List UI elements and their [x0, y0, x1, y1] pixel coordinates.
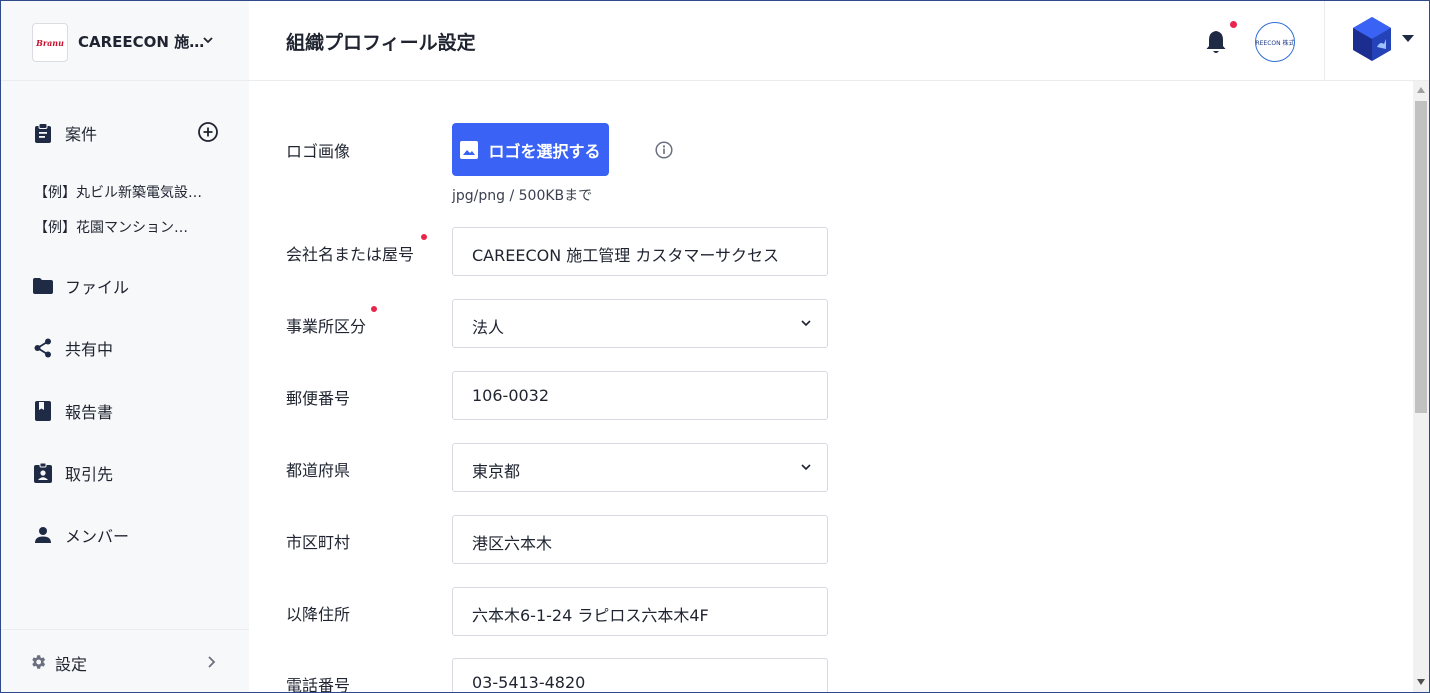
required-dot — [421, 234, 427, 240]
user-avatar[interactable] — [1353, 17, 1391, 61]
scroll-down-arrow-icon[interactable] — [1417, 679, 1425, 685]
scroll-up-arrow-icon[interactable] — [1417, 87, 1425, 93]
notification-dot — [1230, 21, 1237, 28]
city-value: 港区六本木 — [472, 534, 553, 553]
company-name-label: 会社名または屋号 — [286, 245, 415, 264]
sidebar-item-settings[interactable]: 設定 — [1, 629, 249, 692]
city-field[interactable]: 港区六本木 — [452, 515, 828, 564]
company-avatar-text: REECON 株式 — [1255, 39, 1295, 47]
share-icon — [33, 338, 53, 358]
sidebar-case-item[interactable]: 【例】丸ビル新築電気設… — [34, 182, 202, 202]
phone-field[interactable]: 03-5413-4820 — [452, 658, 828, 692]
caret-down-icon[interactable] — [1402, 35, 1414, 43]
office-type-select[interactable]: 法人 — [452, 299, 828, 348]
sidebar-item-label: 設定 — [55, 655, 88, 674]
office-type-label: 事業所区分 — [286, 317, 367, 336]
chevron-right-icon — [208, 656, 216, 668]
sidebar: Branu CAREECON 施… 案件 【例】丸ビル新築電気設… 【例】花園マ… — [1, 1, 249, 692]
company-avatar[interactable]: REECON 株式 — [1255, 22, 1295, 62]
select-logo-button[interactable]: ロゴを選択する — [452, 123, 609, 176]
scroll-thumb[interactable] — [1415, 101, 1427, 413]
sidebar-item-label: ファイル — [65, 278, 130, 297]
postal-code-field[interactable]: 106-0032 — [452, 371, 828, 420]
person-icon — [33, 525, 53, 545]
profile-form: ロゴ画像 ロゴを選択する jpg/png / 500KBまで 会社名または屋号 … — [249, 81, 1413, 692]
header-divider — [1324, 1, 1325, 80]
required-dot — [371, 306, 377, 312]
org-switcher[interactable]: Branu CAREECON 施… — [1, 1, 249, 81]
page-title: 組織プロフィール設定 — [286, 32, 476, 54]
chevron-down-icon — [801, 320, 811, 327]
book-icon — [33, 401, 53, 421]
phone-value: 03-5413-4820 — [472, 673, 586, 692]
sidebar-item-members[interactable]: メンバー — [33, 523, 129, 547]
sidebar-item-label: 取引先 — [65, 465, 114, 484]
company-name-field[interactable]: CAREECON 施工管理 カスタマーサクセス — [452, 227, 828, 276]
header: 組織プロフィール設定 REECON 株式 — [249, 1, 1429, 81]
postal-code-value: 106-0032 — [472, 386, 550, 405]
app-window: Branu CAREECON 施… 案件 【例】丸ビル新築電気設… 【例】花園マ… — [0, 0, 1430, 693]
chevron-down-icon — [801, 464, 811, 471]
sidebar-case-item[interactable]: 【例】花園マンション… — [34, 217, 188, 237]
select-logo-button-label: ロゴを選択する — [488, 141, 601, 161]
folder-icon — [33, 276, 53, 296]
office-type-value: 法人 — [472, 318, 505, 337]
sidebar-item-reports[interactable]: 報告書 — [33, 399, 113, 423]
logo-label: ロゴ画像 — [286, 142, 351, 161]
vertical-scrollbar[interactable] — [1413, 81, 1429, 692]
address-field[interactable]: 六本木6-1-24 ラピロス六本木4F — [452, 587, 828, 636]
chevron-down-icon — [203, 37, 213, 44]
sidebar-item-label: 案件 — [65, 125, 98, 144]
info-icon[interactable] — [655, 141, 673, 159]
sidebar-item-label: メンバー — [65, 527, 130, 546]
prefecture-select[interactable]: 東京都 — [452, 443, 828, 492]
org-name: CAREECON 施… — [78, 33, 205, 51]
company-name-value: CAREECON 施工管理 カスタマーサクセス — [472, 246, 780, 265]
image-icon — [460, 140, 479, 159]
sidebar-item-files[interactable]: ファイル — [33, 274, 129, 298]
prefecture-label: 都道府県 — [286, 461, 351, 480]
sidebar-item-label: 共有中 — [65, 340, 114, 359]
bell-icon[interactable] — [1204, 29, 1228, 55]
org-logo-text: Branu — [36, 37, 64, 48]
org-logo: Branu — [32, 23, 68, 62]
badge-icon — [33, 463, 53, 483]
clipboard-icon — [33, 123, 53, 143]
city-label: 市区町村 — [286, 533, 351, 552]
sidebar-item-label: 報告書 — [65, 403, 114, 422]
address-label: 以降住所 — [286, 605, 351, 624]
address-value: 六本木6-1-24 ラピロス六本木4F — [472, 606, 709, 625]
postal-code-label: 郵便番号 — [286, 389, 351, 408]
sidebar-item-cases[interactable]: 案件 — [33, 121, 97, 145]
prefecture-value: 東京都 — [472, 462, 521, 481]
sidebar-item-clients[interactable]: 取引先 — [33, 461, 113, 485]
logo-hint: jpg/png / 500KBまで — [452, 188, 593, 204]
sidebar-item-shared[interactable]: 共有中 — [33, 336, 113, 360]
gear-icon — [32, 655, 46, 669]
plus-circle-icon[interactable] — [197, 121, 219, 143]
phone-label: 電話番号 — [286, 676, 351, 692]
